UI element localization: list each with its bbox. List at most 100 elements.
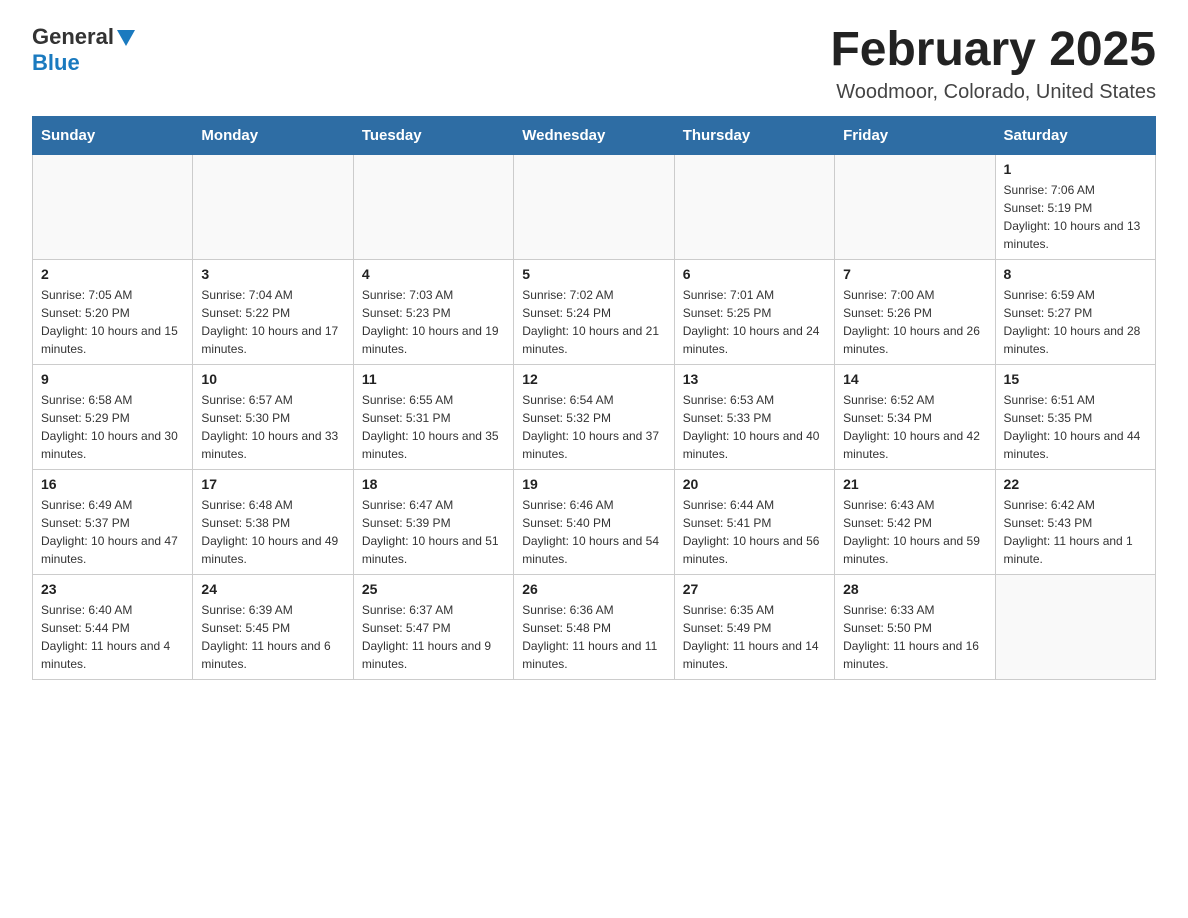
weekday-header-saturday: Saturday: [995, 116, 1155, 154]
day-number: 3: [201, 266, 344, 282]
calendar-day-8: 8 Sunrise: 6:59 AMSunset: 5:27 PMDaylight…: [995, 259, 1155, 364]
page-subtitle: Woodmoor, Colorado, United States: [830, 81, 1156, 104]
day-number: 13: [683, 371, 826, 387]
calendar-empty-cell: [995, 574, 1155, 679]
calendar-day-27: 27 Sunrise: 6:35 AMSunset: 5:49 PMDayligh…: [674, 574, 834, 679]
day-number: 15: [1004, 371, 1147, 387]
day-info: Sunrise: 6:35 AMSunset: 5:49 PMDaylight:…: [683, 601, 826, 673]
day-number: 11: [362, 371, 505, 387]
day-info: Sunrise: 6:53 AMSunset: 5:33 PMDaylight:…: [683, 391, 826, 463]
calendar-week-row: 23 Sunrise: 6:40 AMSunset: 5:44 PMDayligh…: [33, 574, 1156, 679]
calendar-day-10: 10Sunrise: 6:57 AMSunset: 5:30 PMDayligh…: [193, 364, 353, 469]
day-number: 10: [201, 371, 344, 387]
calendar-day-6: 6 Sunrise: 7:01 AMSunset: 5:25 PMDaylight…: [674, 259, 834, 364]
weekday-header-friday: Friday: [835, 116, 995, 154]
calendar-day-7: 7 Sunrise: 7:00 AMSunset: 5:26 PMDaylight…: [835, 259, 995, 364]
day-number: 28: [843, 581, 986, 597]
day-info: Sunrise: 6:46 AMSunset: 5:40 PMDaylight:…: [522, 496, 665, 568]
calendar-table: SundayMondayTuesdayWednesdayThursdayFrid…: [32, 116, 1156, 680]
day-number: 2: [41, 266, 184, 282]
day-info: Sunrise: 6:54 AMSunset: 5:32 PMDaylight:…: [522, 391, 665, 463]
calendar-day-5: 5 Sunrise: 7:02 AMSunset: 5:24 PMDaylight…: [514, 259, 674, 364]
day-info: Sunrise: 6:39 AMSunset: 5:45 PMDaylight:…: [201, 601, 344, 673]
calendar-day-11: 11 Sunrise: 6:55 AMSunset: 5:31 PMDayligh…: [353, 364, 513, 469]
day-number: 26: [522, 581, 665, 597]
weekday-header-sunday: Sunday: [33, 116, 193, 154]
day-info: Sunrise: 7:02 AMSunset: 5:24 PMDaylight:…: [522, 286, 665, 358]
day-info: Sunrise: 6:36 AMSunset: 5:48 PMDaylight:…: [522, 601, 665, 673]
day-info: Sunrise: 6:43 AMSunset: 5:42 PMDaylight:…: [843, 496, 986, 568]
day-info: Sunrise: 6:40 AMSunset: 5:44 PMDaylight:…: [41, 601, 184, 673]
calendar-day-20: 20 Sunrise: 6:44 AMSunset: 5:41 PMDayligh…: [674, 469, 834, 574]
calendar-empty-cell: [193, 154, 353, 259]
calendar-empty-cell: [33, 154, 193, 259]
calendar-day-3: 3 Sunrise: 7:04 AMSunset: 5:22 PMDaylight…: [193, 259, 353, 364]
day-number: 23: [41, 581, 184, 597]
day-info: Sunrise: 6:58 AMSunset: 5:29 PMDaylight:…: [41, 391, 184, 463]
calendar-day-15: 15 Sunrise: 6:51 AMSunset: 5:35 PMDayligh…: [995, 364, 1155, 469]
calendar-day-22: 22 Sunrise: 6:42 AMSunset: 5:43 PMDayligh…: [995, 469, 1155, 574]
calendar-day-4: 4 Sunrise: 7:03 AMSunset: 5:23 PMDaylight…: [353, 259, 513, 364]
weekday-header-wednesday: Wednesday: [514, 116, 674, 154]
calendar-week-row: 2 Sunrise: 7:05 AMSunset: 5:20 PMDaylight…: [33, 259, 1156, 364]
day-info: Sunrise: 6:37 AMSunset: 5:47 PMDaylight:…: [362, 601, 505, 673]
calendar-day-2: 2 Sunrise: 7:05 AMSunset: 5:20 PMDaylight…: [33, 259, 193, 364]
day-info: Sunrise: 6:48 AMSunset: 5:38 PMDaylight:…: [201, 496, 344, 568]
day-number: 27: [683, 581, 826, 597]
day-number: 12: [522, 371, 665, 387]
calendar-day-13: 13 Sunrise: 6:53 AMSunset: 5:33 PMDayligh…: [674, 364, 834, 469]
day-info: Sunrise: 6:47 AMSunset: 5:39 PMDaylight:…: [362, 496, 505, 568]
calendar-empty-cell: [674, 154, 834, 259]
calendar-day-26: 26 Sunrise: 6:36 AMSunset: 5:48 PMDayligh…: [514, 574, 674, 679]
day-number: 1: [1004, 161, 1147, 177]
calendar-day-9: 9 Sunrise: 6:58 AMSunset: 5:29 PMDaylight…: [33, 364, 193, 469]
weekday-header-monday: Monday: [193, 116, 353, 154]
day-number: 22: [1004, 476, 1147, 492]
calendar-header-row: SundayMondayTuesdayWednesdayThursdayFrid…: [33, 116, 1156, 154]
day-number: 18: [362, 476, 505, 492]
calendar-day-24: 24Sunrise: 6:39 AMSunset: 5:45 PMDayligh…: [193, 574, 353, 679]
day-info: Sunrise: 6:42 AMSunset: 5:43 PMDaylight:…: [1004, 496, 1147, 568]
day-info: Sunrise: 6:51 AMSunset: 5:35 PMDaylight:…: [1004, 391, 1147, 463]
calendar-empty-cell: [835, 154, 995, 259]
day-info: Sunrise: 7:04 AMSunset: 5:22 PMDaylight:…: [201, 286, 344, 358]
day-info: Sunrise: 6:59 AMSunset: 5:27 PMDaylight:…: [1004, 286, 1147, 358]
day-number: 4: [362, 266, 505, 282]
weekday-header-tuesday: Tuesday: [353, 116, 513, 154]
day-number: 17: [201, 476, 344, 492]
day-info: Sunrise: 7:05 AMSunset: 5:20 PMDaylight:…: [41, 286, 184, 358]
day-number: 5: [522, 266, 665, 282]
calendar-empty-cell: [514, 154, 674, 259]
calendar-day-17: 17 Sunrise: 6:48 AMSunset: 5:38 PMDayligh…: [193, 469, 353, 574]
calendar-day-16: 16Sunrise: 6:49 AMSunset: 5:37 PMDayligh…: [33, 469, 193, 574]
day-number: 7: [843, 266, 986, 282]
day-info: Sunrise: 6:55 AMSunset: 5:31 PMDaylight:…: [362, 391, 505, 463]
logo-general-text: General: [32, 24, 114, 50]
calendar-day-25: 25 Sunrise: 6:37 AMSunset: 5:47 PMDayligh…: [353, 574, 513, 679]
day-info: Sunrise: 6:52 AMSunset: 5:34 PMDaylight:…: [843, 391, 986, 463]
page-title: February 2025: [830, 24, 1156, 77]
day-number: 14: [843, 371, 986, 387]
day-info: Sunrise: 7:01 AMSunset: 5:25 PMDaylight:…: [683, 286, 826, 358]
weekday-header-thursday: Thursday: [674, 116, 834, 154]
calendar-empty-cell: [353, 154, 513, 259]
day-number: 6: [683, 266, 826, 282]
day-info: Sunrise: 7:00 AMSunset: 5:26 PMDaylight:…: [843, 286, 986, 358]
calendar-week-row: 16Sunrise: 6:49 AMSunset: 5:37 PMDayligh…: [33, 469, 1156, 574]
calendar-day-19: 19 Sunrise: 6:46 AMSunset: 5:40 PMDayligh…: [514, 469, 674, 574]
day-number: 8: [1004, 266, 1147, 282]
logo: General Blue: [32, 24, 135, 76]
calendar-day-21: 21 Sunrise: 6:43 AMSunset: 5:42 PMDayligh…: [835, 469, 995, 574]
day-number: 16: [41, 476, 184, 492]
day-number: 20: [683, 476, 826, 492]
day-info: Sunrise: 7:06 AMSunset: 5:19 PMDaylight:…: [1004, 181, 1147, 253]
day-number: 9: [41, 371, 184, 387]
day-number: 21: [843, 476, 986, 492]
day-info: Sunrise: 6:44 AMSunset: 5:41 PMDaylight:…: [683, 496, 826, 568]
title-section: February 2025 Woodmoor, Colorado, United…: [830, 24, 1156, 104]
day-info: Sunrise: 7:03 AMSunset: 5:23 PMDaylight:…: [362, 286, 505, 358]
day-number: 25: [362, 581, 505, 597]
logo-triangle-icon: [117, 30, 135, 46]
logo-blue-text: Blue: [32, 50, 80, 75]
day-number: 19: [522, 476, 665, 492]
